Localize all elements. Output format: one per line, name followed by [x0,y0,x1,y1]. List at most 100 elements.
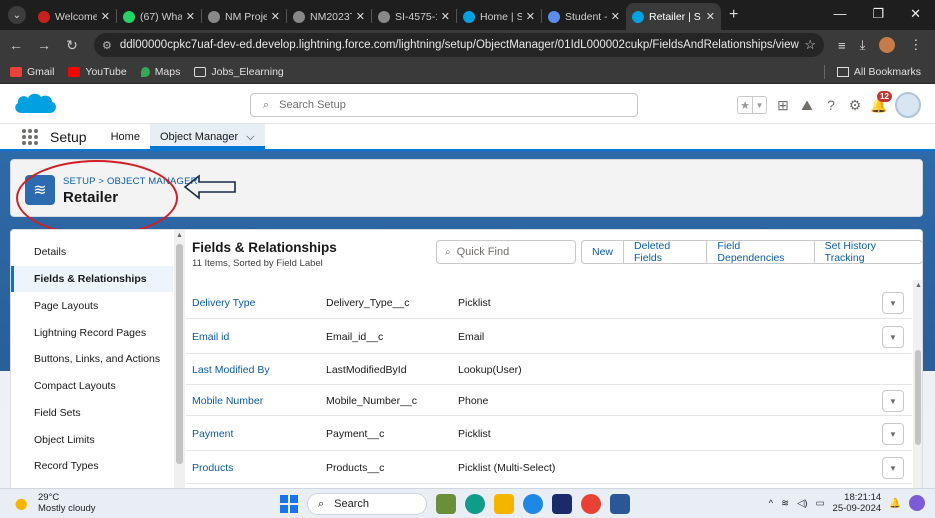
close-tab-icon[interactable]: ✕ [526,10,535,23]
table-scrollbar[interactable]: ▲ ▼ [913,280,922,517]
bookmark-star-icon[interactable]: ☆ [804,37,816,53]
menu-kebab-icon[interactable]: ⋮ [909,37,922,53]
word-icon[interactable] [610,494,630,514]
weather-widget[interactable]: 29°C Mostly cloudy [14,492,96,514]
volume-icon[interactable]: ◁) [797,498,807,509]
global-actions-icon[interactable]: ⊞ [775,97,791,113]
minimize-icon[interactable]: — [833,6,846,22]
quick-find-input[interactable]: ⌕ Quick Find [436,240,576,264]
browser-tab[interactable]: Home | Sa ✕ [457,3,541,30]
close-tab-icon[interactable]: ✕ [611,10,620,23]
edge-icon[interactable] [523,494,543,514]
field-label-link[interactable]: Products [192,462,233,474]
sidebar-item[interactable]: Buttons, Links, and Actions [11,353,173,365]
row-actions-dropdown[interactable]: ▼ [882,326,904,348]
sidebar-item[interactable]: Lightning Record Pages [11,327,173,339]
chevron-up-icon[interactable]: ^ [769,498,773,509]
all-bookmarks[interactable]: All Bookmarks [823,64,921,79]
field-label-link[interactable]: Payment [192,428,233,440]
profile-avatar[interactable] [879,37,896,53]
scroll-up-icon[interactable]: ▲ [915,282,922,289]
scroll-up-icon[interactable]: ▲ [176,232,183,239]
chrome-icon[interactable] [581,494,601,514]
new-button[interactable]: New [581,240,625,264]
browser-tab[interactable]: NM Projec ✕ [202,3,286,30]
bookmark-folder-jobs[interactable]: Jobs_Elearning [194,66,284,78]
help-icon[interactable]: ? [823,97,839,113]
sidebar-item[interactable]: Compact Layouts [11,380,173,392]
field-label-link[interactable]: Email id [192,331,229,343]
file-explorer-icon[interactable] [494,494,514,514]
close-tab-icon[interactable]: ✕ [441,10,450,23]
salesforce-logo-icon[interactable] [12,89,58,119]
close-window-icon[interactable]: ✕ [910,6,921,22]
app-launcher-icon[interactable] [22,129,38,145]
chevron-down-icon[interactable]: ⌵ [246,131,254,146]
browser-tab[interactable]: Welcome ✕ [32,3,116,30]
row-actions-dropdown[interactable]: ▼ [882,457,904,479]
wifi-icon[interactable]: ≋ [781,498,789,509]
media-icon[interactable]: ≡ [838,38,846,53]
close-tab-icon[interactable]: ✕ [271,10,280,23]
notifications-bell-icon[interactable]: 🔔 12 [870,91,892,113]
tab-search-button[interactable]: ⌄ [8,6,26,24]
download-icon[interactable]: ⤓ [860,37,866,53]
field-api-name: Delivery_Type__c [326,297,410,309]
field-dependencies-button[interactable]: Field Dependencies [706,240,815,264]
close-tab-icon[interactable]: ✕ [356,10,365,23]
sidebar-item[interactable]: Page Layouts [11,300,173,312]
bookmark-maps[interactable]: Maps [140,66,180,78]
restore-icon[interactable]: ❐ [872,6,884,22]
sidebar-item[interactable]: Details [11,246,173,258]
browser-tab[interactable]: SI-4575-17 ✕ [372,3,456,30]
row-actions-dropdown[interactable]: ▼ [882,292,904,314]
battery-icon[interactable]: ▭ [816,498,825,509]
widget-icon[interactable] [436,494,456,514]
sidebar-item[interactable]: Field Sets [11,407,173,419]
gear-icon[interactable]: ⚙ [847,97,863,113]
store-icon[interactable] [552,494,572,514]
user-avatar[interactable] [895,92,921,118]
close-tab-icon[interactable]: ✕ [101,10,110,23]
close-tab-icon[interactable]: ✕ [186,10,195,23]
sidebar-item[interactable]: Record Types [11,460,173,472]
trailhead-icon[interactable]: ⛰ [799,97,815,113]
copilot-icon[interactable] [465,494,485,514]
browser-tab[interactable]: Retailer | S ✕ [626,3,721,30]
notification-bell-icon[interactable]: 🔔 [889,498,901,509]
set-history-tracking-button[interactable]: Set History Tracking [813,240,922,264]
copilot-tray-icon[interactable] [909,495,925,511]
browser-tab[interactable]: Student - ✕ [542,3,626,30]
windows-start-icon[interactable] [280,495,298,513]
sidebar-scrollbar[interactable]: ▲ ▼ [174,230,185,517]
scrollbar-thumb[interactable] [176,244,183,464]
browser-tab[interactable]: NM2023TI ✕ [287,3,371,30]
url-field[interactable]: ⚙ ddl00000cpkc7uaf-dev-ed.develop.lightn… [94,33,824,57]
forward-icon[interactable]: → [32,37,56,53]
reload-icon[interactable]: ↻ [60,37,84,54]
field-label-link[interactable]: Last Modified By [192,364,270,376]
bookmark-youtube[interactable]: YouTube [68,66,127,78]
field-label-link[interactable]: Mobile Number [192,395,263,407]
tab-home[interactable]: Home [101,124,150,149]
back-icon[interactable]: ← [4,37,28,53]
favorites-button[interactable]: ★ ▼ [737,96,767,114]
row-actions-dropdown[interactable]: ▼ [882,423,904,445]
bookmark-gmail[interactable]: Gmail [10,66,54,78]
browser-tab[interactable]: (67) Whats ✕ [117,3,201,30]
sidebar-item[interactable]: Fields & Relationships [11,266,173,292]
taskbar-search[interactable]: ⌕ Search [307,493,427,515]
tab-title: NM Projec [225,10,267,23]
tab-object-manager[interactable]: Object Manager ⌵ [149,124,265,149]
setup-search-input[interactable]: ⌕ Search Setup [250,93,638,117]
field-label-link[interactable]: Delivery Type [192,297,255,309]
deleted-fields-button[interactable]: Deleted Fields [623,240,708,264]
sidebar-item[interactable]: Object Limits [11,434,173,446]
clock[interactable]: 18:21:14 25-09-2024 [833,492,882,514]
row-actions-dropdown[interactable]: ▼ [882,390,904,412]
new-tab-button[interactable]: + [729,6,738,24]
close-tab-icon[interactable]: ✕ [706,10,715,23]
scrollbar-thumb[interactable] [915,350,921,445]
salesforce-icon [632,10,644,23]
site-info-icon[interactable]: ⚙ [102,39,112,52]
